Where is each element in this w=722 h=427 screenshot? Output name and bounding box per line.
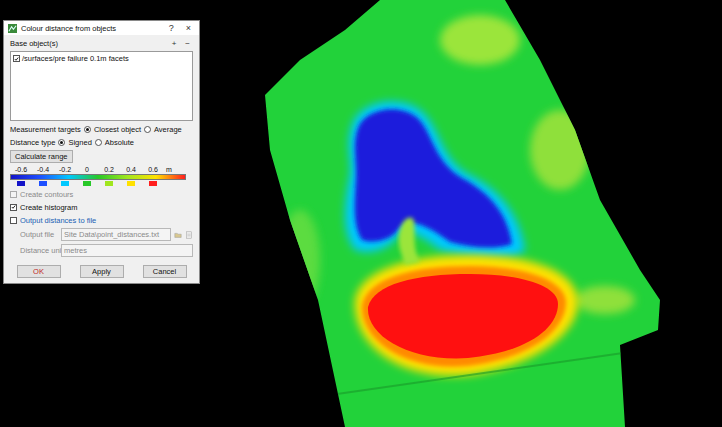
calculate-range-button[interactable]: Calculate range <box>10 150 73 163</box>
scale-value[interactable]: -0.6 <box>10 166 32 173</box>
base-objects-header: Base object(s)+− <box>10 38 193 48</box>
radio-dot <box>60 141 63 144</box>
dialog-button[interactable]: OK <box>17 265 61 278</box>
base-objects-list[interactable]: /surfaces/pre failure 0.1m facets <box>10 51 193 121</box>
distance-unit-label: Distance unit <box>20 246 58 255</box>
radio-dot <box>86 128 89 131</box>
checkbox-label[interactable]: Create histogram <box>20 203 78 212</box>
distance-type-row: Distance type Signed Absolute <box>10 137 193 147</box>
title-bar: Colour distance from objects? × <box>4 21 199 35</box>
checkbox-row: Create histogram <box>10 202 193 212</box>
radio-group-label: Distance type <box>10 138 55 147</box>
swatch-cell <box>76 181 98 186</box>
scale-value[interactable]: 0.6 <box>142 166 164 173</box>
scale-value[interactable]: -0.4 <box>32 166 54 173</box>
colour-swatch[interactable] <box>149 181 157 186</box>
close-button[interactable]: × <box>182 23 195 33</box>
help-button[interactable]: ? <box>165 23 178 33</box>
colour-swatch[interactable] <box>17 181 25 186</box>
radio-label[interactable]: Closest object <box>94 125 141 134</box>
base-objects-label: Base object(s) <box>10 39 166 48</box>
scale-value[interactable]: 0.2 <box>98 166 120 173</box>
output-file-row: Output fileSite Data\point_distances.txt <box>10 228 193 241</box>
scale-labels: -0.6-0.4-0.200.20.40.6m <box>10 166 193 173</box>
add-button[interactable]: + <box>169 39 180 48</box>
folder-icon[interactable] <box>174 231 182 239</box>
output-file-label: Output file <box>20 230 58 239</box>
calculate-row: Calculate range <box>10 150 193 163</box>
checkbox[interactable] <box>13 55 20 62</box>
radio-button[interactable] <box>95 139 102 146</box>
radio-label[interactable]: Average <box>154 125 182 134</box>
radio-button[interactable] <box>84 126 91 133</box>
list-item-label: /surfaces/pre failure 0.1m facets <box>22 54 129 63</box>
colour-scale[interactable]: -0.6-0.4-0.200.20.40.6m <box>10 166 193 186</box>
dialog-buttons: OK Apply Cancel <box>4 261 199 283</box>
distance-unit-row: Distance unitmetres <box>10 244 193 257</box>
colour-swatch[interactable] <box>83 181 91 186</box>
dialog-button[interactable]: Cancel <box>143 265 187 278</box>
checkbox[interactable] <box>10 217 17 224</box>
colour-swatch[interactable] <box>39 181 47 186</box>
swatch-cell <box>120 181 142 186</box>
measurement-targets-row: Measurement targets Closest object Average <box>10 124 193 134</box>
remove-button[interactable]: − <box>182 39 193 48</box>
swatch-cell <box>32 181 54 186</box>
file-browse-icon[interactable] <box>185 231 193 239</box>
checkbox[interactable] <box>10 204 17 211</box>
colour-swatches <box>10 181 193 186</box>
scale-unit: m <box>164 166 172 173</box>
swatch-cell <box>10 181 32 186</box>
colour-swatch[interactable] <box>127 181 135 186</box>
list-item[interactable]: /surfaces/pre failure 0.1m facets <box>13 54 190 63</box>
checkbox-label: Create contours <box>20 190 73 199</box>
output-checkbox-label[interactable]: Output distances to file <box>20 216 96 225</box>
check-icon <box>14 56 19 62</box>
colour-swatch[interactable] <box>61 181 69 186</box>
checkbox-row: Create contours <box>10 189 193 199</box>
colour-swatch[interactable] <box>105 181 113 186</box>
scale-value[interactable]: 0 <box>76 166 98 173</box>
scale-value[interactable]: 0.4 <box>120 166 142 173</box>
colour-gradient <box>10 174 186 180</box>
app-icon <box>8 24 17 33</box>
radio-button[interactable] <box>58 139 65 146</box>
dialog-title: Colour distance from objects <box>21 24 161 33</box>
dialog-body: Base object(s)+− /surfaces/pre failure 0.… <box>4 35 199 261</box>
radio-label[interactable]: Absolute <box>105 138 134 147</box>
check-icon <box>11 204 16 210</box>
output-row: Output distances to file <box>10 215 193 225</box>
swatch-cell <box>98 181 120 186</box>
dialog-button[interactable]: Apply <box>80 265 124 278</box>
colour-distance-dialog: Colour distance from objects? × Base objec… <box>3 20 200 284</box>
checkbox <box>10 191 17 198</box>
swatch-cell <box>142 181 164 186</box>
distance-unit-dropdown: metres <box>61 244 193 257</box>
radio-label[interactable]: Signed <box>68 138 91 147</box>
radio-button[interactable] <box>144 126 151 133</box>
output-file-field: Site Data\point_distances.txt <box>61 228 171 241</box>
radio-group-label: Measurement targets <box>10 125 81 134</box>
scale-value[interactable]: -0.2 <box>54 166 76 173</box>
swatch-cell <box>54 181 76 186</box>
